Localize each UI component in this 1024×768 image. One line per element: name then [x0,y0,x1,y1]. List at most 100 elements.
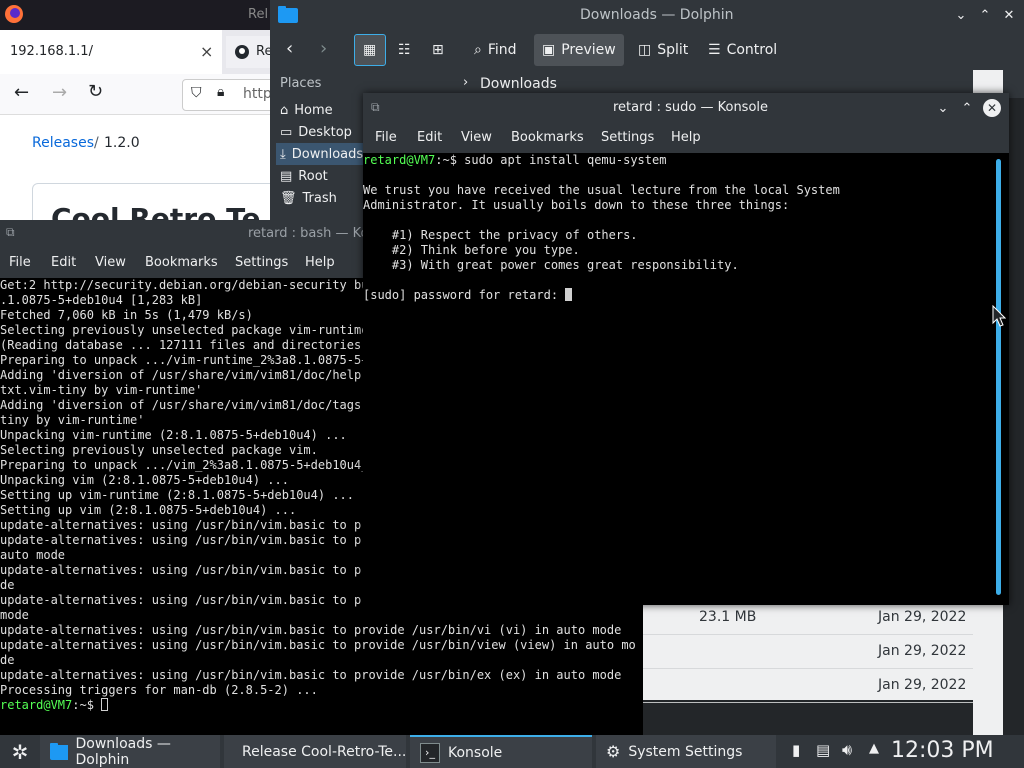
firefox-window: Rel 192.168.1.1/ × Re ← → ↻ ⛉ 🔒︎ http Re… [0,0,302,232]
menu-settings[interactable]: Settings [601,130,654,145]
maximize-icon[interactable]: ⌃ [958,99,976,117]
terminal-line: #2) Think before you type. [363,243,580,257]
terminal-line: #1) Respect the privacy of others. [363,228,638,242]
firefox-tab-bar: 192.168.1.1/ × Re [0,30,300,74]
place-label: Desktop [298,124,352,140]
menu-help[interactable]: Help [671,130,701,145]
task-konsole[interactable]: ›_ Konsole [410,735,592,768]
table-row[interactable]: Jan 29, 2022 [643,634,973,669]
forward-arrow-icon[interactable]: → [52,82,67,103]
terminal-command: sudo apt install qemu-system [464,153,667,167]
close-icon[interactable]: ✕ [1000,6,1018,24]
menu-file[interactable]: File [9,255,31,270]
menu-view[interactable]: View [95,255,126,270]
task-firefox[interactable]: Release Cool-Retro-Te... [224,735,406,768]
task-label: System Settings [628,743,743,760]
forward-icon[interactable]: › [320,38,327,59]
terminal-cursor [101,698,109,711]
volume-icon[interactable]: 🔊︎ [842,740,852,760]
chevron-right-icon: › [463,75,469,90]
terminal-prompt-line: retard@VM7:~$ [0,698,643,713]
tab-label: 192.168.1.1/ [10,44,93,59]
close-icon[interactable]: × [200,42,213,61]
compact-list-icon: ☷ [398,42,411,58]
konsole-sudo-window: ⧉ retard : sudo — Konsole ⌄ ⌃ ✕ File Edi… [363,93,1009,605]
back-icon[interactable]: ‹ [286,38,293,59]
menu-edit[interactable]: Edit [417,130,442,145]
clipboard-icon[interactable]: ▤ [816,741,830,759]
file-list: 23.1 MB Jan 29, 2022 Jan 29, 2022 Jan 29… [643,600,973,703]
grid-icon: ▦ [363,42,377,58]
app-launcher-icon[interactable]: ✲ [6,738,34,766]
scrollbar-thumb[interactable] [996,159,1001,595]
password-prompt-line: [sudo] password for retard: [363,288,993,303]
prompt-user: retard@VM7 [363,153,436,167]
split-button[interactable]: ◫ Split [630,34,696,66]
terminal-line: #3) With great power comes great respons… [363,258,739,272]
sudo-titlebar: ⧉ retard : sudo — Konsole ⌄ ⌃ ✕ [363,93,1009,123]
menu-settings[interactable]: Settings [235,255,288,270]
menu-view[interactable]: View [461,130,492,145]
preview-button[interactable]: ▣ Preview [534,34,624,66]
usb-icon[interactable]: ▮ [792,741,800,759]
settings-icon: ⚙ [606,742,621,761]
chevron-up-icon[interactable]: ▲ [869,741,879,756]
sidebar-item-root[interactable]: ▤ Root [280,165,328,187]
maximize-icon[interactable]: ⌃ [976,6,994,24]
menu-edit[interactable]: Edit [51,255,76,270]
menu-help[interactable]: Help [305,255,335,270]
details-view-button[interactable]: ⊞ [424,34,456,66]
menu-bookmarks[interactable]: Bookmarks [145,255,218,270]
dolphin-titlebar: Downloads — Dolphin ⌄ ⌃ ✕ [270,0,1024,30]
menu-file[interactable]: File [375,130,397,145]
close-icon[interactable]: ✕ [983,99,1001,117]
sidebar-item-trash[interactable]: 🗑︎ Trash [280,187,337,209]
sidebar-item-desktop[interactable]: ▭ Desktop [280,121,352,143]
terminal-line: Processing triggers for man-db (2.8.5-2)… [0,683,318,697]
icons-view-button[interactable]: ▦ [354,34,386,66]
task-system-settings[interactable]: ⚙ System Settings [596,735,776,768]
file-date: Jan 29, 2022 [878,677,967,693]
terminal-command-line: retard@VM7:~$ sudo apt install qemu-syst… [363,153,993,168]
place-label: Root [298,168,328,184]
clock[interactable]: 12:03 PM [891,738,994,763]
tab-router[interactable]: 192.168.1.1/ × [0,30,222,74]
terminal-line: Administrator. It usually boils down to … [363,198,790,212]
control-label: Control [726,42,778,58]
task-dolphin[interactable]: Downloads — Dolphin [40,735,220,768]
task-label: Downloads — Dolphin [75,735,171,768]
home-icon: ⌂ [280,102,289,118]
terminal-line: mode [0,608,29,622]
url-text: http [243,86,272,102]
split-icon: ◫ [638,42,652,58]
terminal-line: update-alternatives: using /usr/bin/vim.… [0,668,622,682]
menu-bookmarks[interactable]: Bookmarks [511,130,584,145]
terminal-scrollbar[interactable] [993,153,1009,605]
find-button[interactable]: ⌕ Find [466,34,525,66]
sudo-title: retard : sudo — Konsole [613,100,769,115]
place-label: Trash [302,190,337,206]
file-date: Jan 29, 2022 [878,609,967,625]
tree-icon: ⊞ [432,42,444,58]
control-button[interactable]: ☰ Control [700,34,785,66]
compact-view-button[interactable]: ☷ [390,34,422,66]
minimize-icon[interactable]: ⌄ [952,6,970,24]
bash-title: retard : bash — Ko [248,226,369,241]
breadcrumb-releases-link[interactable]: Releases [32,135,94,151]
terminal-cursor [565,288,573,301]
firefox-titlebar: Rel [0,0,300,30]
table-row[interactable]: 23.1 MB Jan 29, 2022 [643,600,973,635]
root-icon: ▤ [280,168,293,184]
sudo-terminal-output[interactable]: retard@VM7:~$ sudo apt install qemu-syst… [363,153,993,605]
location-segment[interactable]: Downloads [480,76,557,92]
firefox-page: Releases / 1.2.0 Cool Retro Te [0,115,302,232]
folder-icon [50,743,68,760]
back-arrow-icon[interactable]: ← [14,82,29,103]
minimize-icon[interactable]: ⌄ [934,99,952,117]
terminal-line: update-alternatives: using /usr/bin/vim.… [0,638,636,652]
sidebar-item-home[interactable]: ⌂ Home [280,99,333,121]
reload-icon[interactable]: ↻ [88,81,103,102]
table-row[interactable]: Jan 29, 2022 [643,668,973,703]
firefox-icon [5,5,23,23]
